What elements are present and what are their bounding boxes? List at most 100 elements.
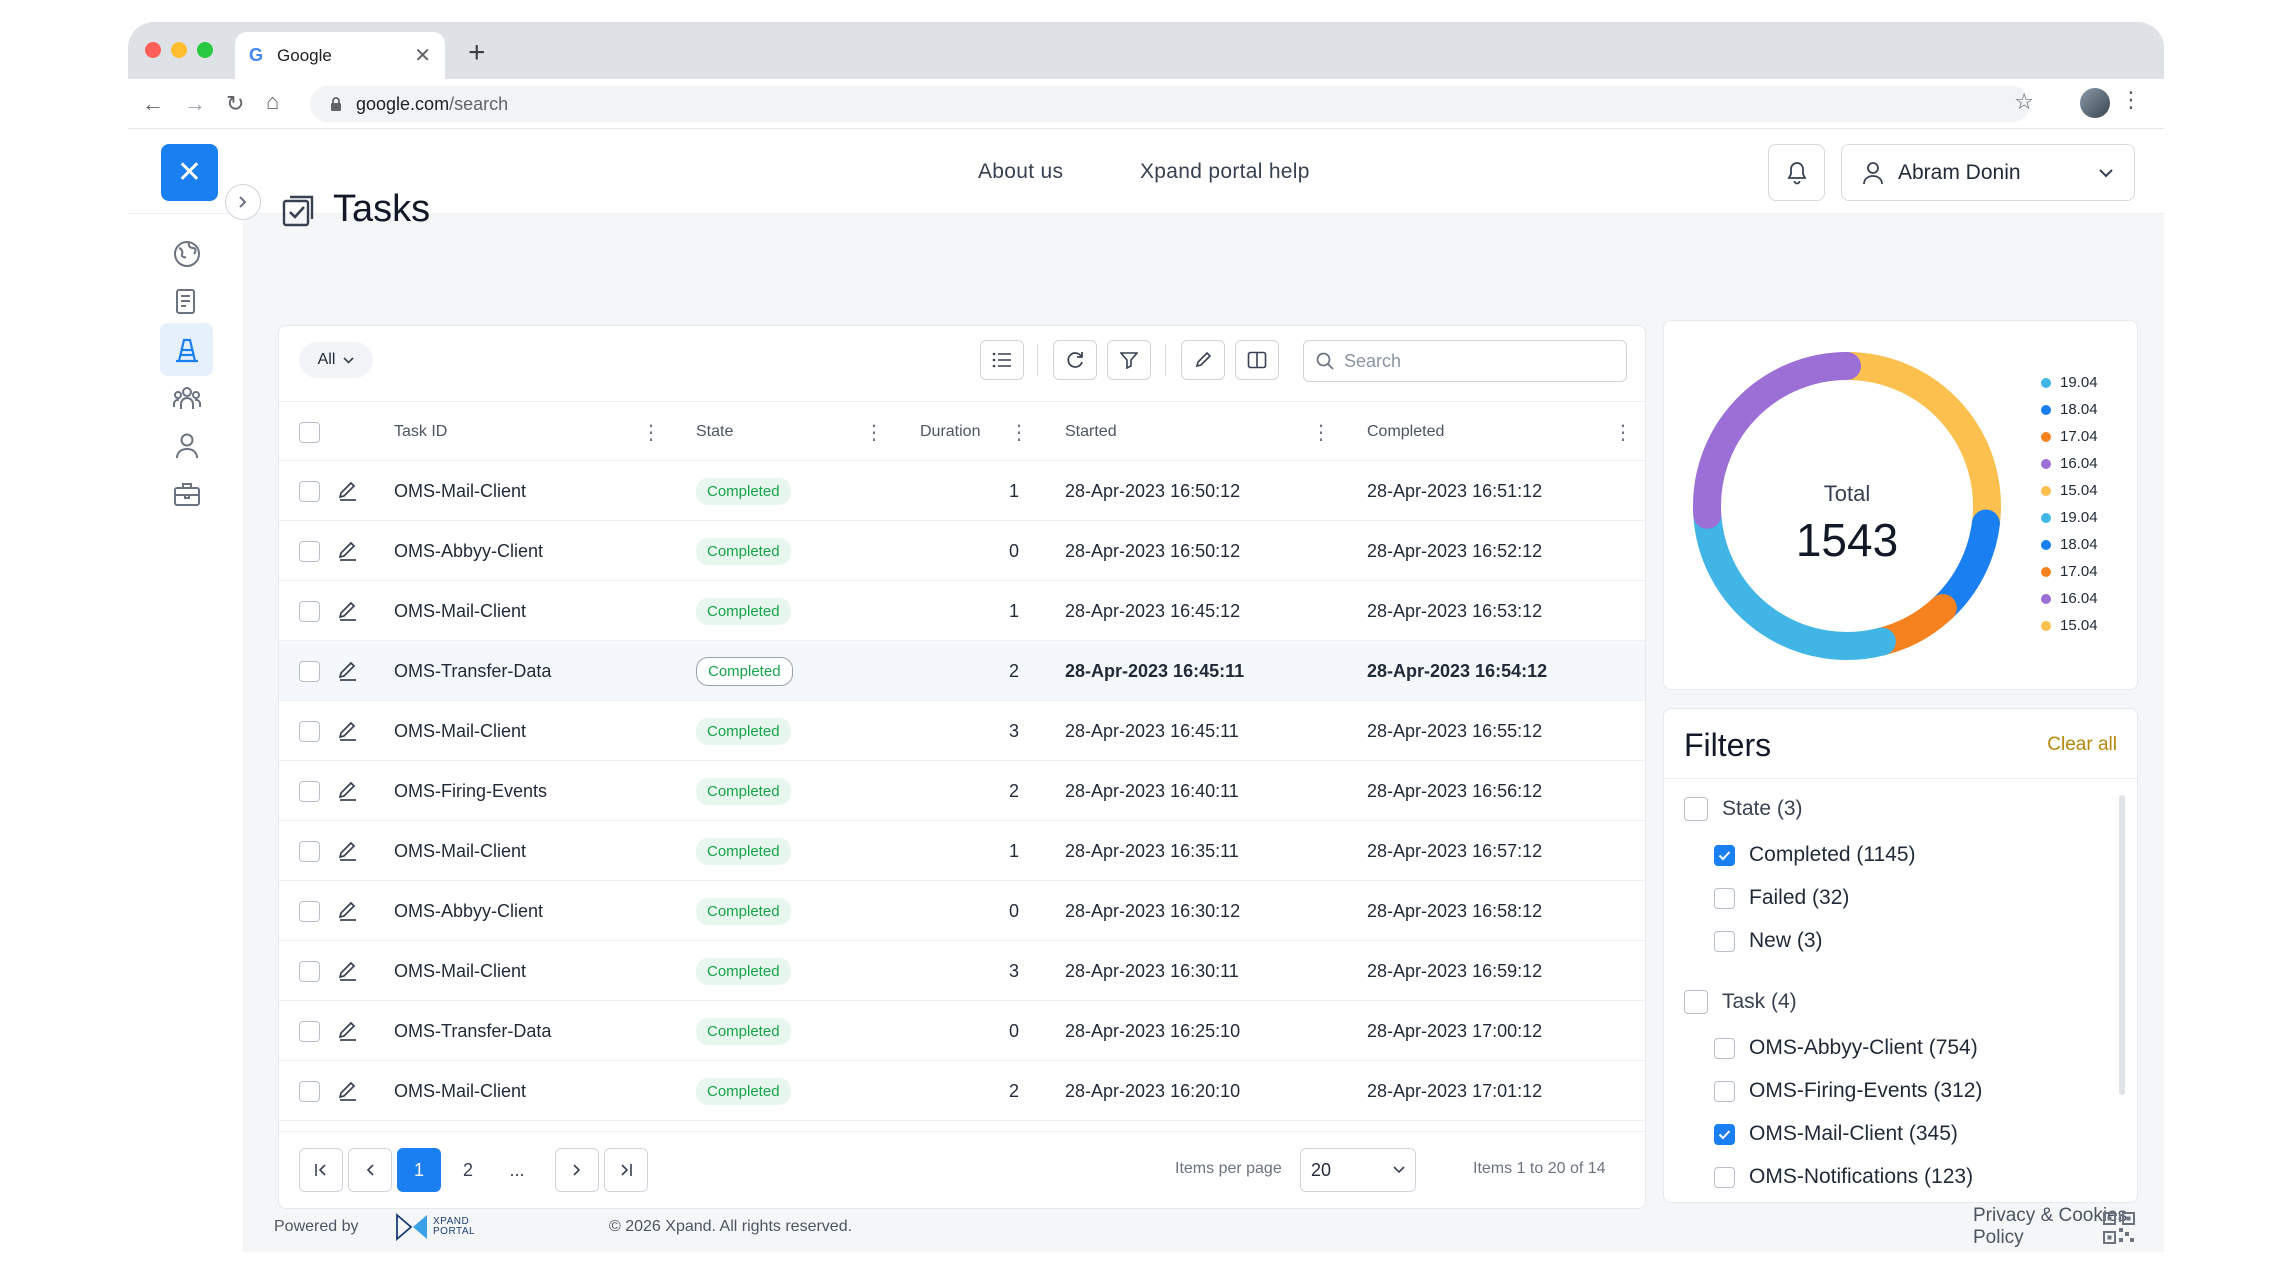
filter-option-checkbox[interactable] bbox=[1714, 1080, 1735, 1102]
filter-option-checkbox[interactable] bbox=[1714, 930, 1735, 952]
url-field[interactable]: google.com/search bbox=[310, 86, 2030, 122]
items-per-page-select[interactable]: 20 bbox=[1300, 1148, 1416, 1192]
filter-option[interactable]: OMS-Mail-Client (345) bbox=[1714, 1122, 1958, 1146]
row-checkbox[interactable] bbox=[299, 960, 320, 982]
reload-icon[interactable]: ↻ bbox=[226, 91, 244, 117]
filter-option-checkbox[interactable] bbox=[1714, 844, 1735, 866]
table-row[interactable]: OMS-Mail-Client Completed 3 28-Apr-2023 16:… bbox=[279, 701, 1645, 761]
column-menu-icon[interactable]: ⋮ bbox=[864, 420, 884, 445]
filter-option[interactable]: New (3) bbox=[1714, 929, 1823, 953]
user-menu[interactable]: Abram Donin bbox=[1841, 144, 2135, 201]
previous-page-button[interactable] bbox=[348, 1148, 392, 1192]
filter-option[interactable]: Failed (32) bbox=[1714, 886, 1849, 910]
filter-option-checkbox[interactable] bbox=[1714, 887, 1735, 909]
filters-scrollbar[interactable] bbox=[2119, 795, 2125, 1095]
browser-tab[interactable]: G Google ✕ bbox=[235, 32, 445, 79]
task-id-cell[interactable]: OMS-Mail-Client bbox=[394, 701, 526, 761]
task-id-cell[interactable]: OMS-Transfer-Data bbox=[394, 641, 551, 701]
filter-option-checkbox[interactable] bbox=[1714, 1166, 1735, 1188]
row-edit-button[interactable] bbox=[337, 521, 359, 581]
close-menu-button[interactable]: ✕ bbox=[161, 144, 218, 201]
new-tab-icon[interactable]: + bbox=[468, 36, 486, 70]
row-edit-button[interactable] bbox=[337, 941, 359, 1001]
filter-option[interactable]: OMS-Firing-Events (312) bbox=[1714, 1079, 1982, 1103]
row-edit-button[interactable] bbox=[337, 1001, 359, 1061]
column-header-started[interactable]: Started bbox=[1065, 423, 1117, 441]
filter-button[interactable] bbox=[1107, 340, 1151, 380]
sidebar-item-profile[interactable] bbox=[160, 419, 213, 472]
privacy-policy-link[interactable]: Privacy & Cookies Policy bbox=[1973, 1205, 2164, 1249]
about-us-link[interactable]: About us bbox=[978, 160, 1063, 184]
task-id-cell[interactable]: OMS-Mail-Client bbox=[394, 461, 526, 521]
forward-icon[interactable]: → bbox=[184, 91, 206, 117]
task-id-cell[interactable]: OMS-Mail-Client bbox=[394, 581, 526, 641]
page-button-2[interactable]: 2 bbox=[446, 1148, 490, 1192]
table-row[interactable]: OMS-Mail-Client Completed 1 28-Apr-2023 16:… bbox=[279, 821, 1645, 881]
task-id-cell[interactable]: OMS-Firing-Events bbox=[394, 761, 547, 821]
browser-profile-avatar[interactable] bbox=[2080, 88, 2110, 118]
row-edit-button[interactable] bbox=[337, 821, 359, 881]
sidebar-expand-button[interactable] bbox=[225, 184, 261, 220]
sidebar-item-briefcase[interactable] bbox=[160, 467, 213, 520]
close-window-dot[interactable] bbox=[145, 42, 161, 58]
first-page-button[interactable] bbox=[299, 1148, 343, 1192]
page-button-1[interactable]: 1 bbox=[397, 1148, 441, 1192]
row-checkbox[interactable] bbox=[299, 780, 320, 802]
row-edit-button[interactable] bbox=[337, 1061, 359, 1121]
refresh-button[interactable] bbox=[1053, 340, 1097, 380]
home-icon[interactable]: ⌂ bbox=[266, 89, 279, 115]
table-row[interactable]: OMS-Abbyy-Client Completed 0 28-Apr-2023 16… bbox=[279, 521, 1645, 581]
list-view-button[interactable] bbox=[980, 340, 1024, 380]
portal-help-link[interactable]: Xpand portal help bbox=[1140, 160, 1310, 184]
row-edit-button[interactable] bbox=[337, 761, 359, 821]
search-box[interactable] bbox=[1303, 340, 1627, 382]
sidebar-item-groups[interactable] bbox=[160, 371, 213, 424]
row-checkbox[interactable] bbox=[299, 720, 320, 742]
bookmark-star-icon[interactable]: ☆ bbox=[2014, 89, 2034, 115]
column-header-state[interactable]: State bbox=[696, 423, 733, 441]
row-checkbox[interactable] bbox=[299, 900, 320, 922]
filter-option-checkbox[interactable] bbox=[1714, 1123, 1735, 1145]
filter-all-dropdown[interactable]: All bbox=[299, 342, 373, 378]
back-icon[interactable]: ← bbox=[142, 91, 164, 117]
row-edit-button[interactable] bbox=[337, 881, 359, 941]
close-tab-icon[interactable]: ✕ bbox=[414, 43, 431, 68]
row-checkbox[interactable] bbox=[299, 660, 320, 682]
filter-group-checkbox[interactable] bbox=[1684, 990, 1708, 1014]
filter-option[interactable]: OMS-Abbyy-Client (754) bbox=[1714, 1036, 1978, 1060]
browser-menu-icon[interactable]: ⋮ bbox=[2120, 87, 2142, 113]
table-row[interactable]: OMS-Transfer-Data Completed 2 28-Apr-2023 1… bbox=[279, 641, 1645, 701]
qr-code-icon[interactable] bbox=[2103, 1212, 2135, 1244]
column-menu-icon[interactable]: ⋮ bbox=[1613, 420, 1633, 445]
row-checkbox[interactable] bbox=[299, 480, 320, 502]
clear-all-link[interactable]: Clear all bbox=[2047, 734, 2117, 756]
filter-group[interactable]: Task (4) bbox=[1684, 990, 1797, 1014]
row-edit-button[interactable] bbox=[337, 641, 359, 701]
table-row[interactable]: OMS-Firing-Events Completed 2 28-Apr-2023 1… bbox=[279, 761, 1645, 821]
select-all-checkbox[interactable] bbox=[299, 422, 320, 443]
task-id-cell[interactable]: OMS-Transfer-Data bbox=[394, 1001, 551, 1061]
column-menu-icon[interactable]: ⋮ bbox=[1311, 420, 1331, 445]
row-checkbox[interactable] bbox=[299, 1080, 320, 1102]
row-checkbox[interactable] bbox=[299, 540, 320, 562]
filter-group[interactable]: State (3) bbox=[1684, 797, 1803, 821]
next-page-button[interactable] bbox=[555, 1148, 599, 1192]
maximize-window-dot[interactable] bbox=[197, 42, 213, 58]
row-checkbox[interactable] bbox=[299, 600, 320, 622]
column-header-task-id[interactable]: Task ID bbox=[394, 423, 447, 441]
table-row[interactable]: OMS-Mail-Client Completed 3 28-Apr-2023 16:… bbox=[279, 941, 1645, 1001]
row-checkbox[interactable] bbox=[299, 1020, 320, 1042]
row-edit-button[interactable] bbox=[337, 461, 359, 521]
sidebar-item-documents[interactable] bbox=[160, 275, 213, 328]
columns-button[interactable] bbox=[1235, 340, 1279, 380]
filter-group-checkbox[interactable] bbox=[1684, 797, 1708, 821]
notifications-button[interactable] bbox=[1768, 144, 1825, 201]
sidebar-item-tasks[interactable] bbox=[160, 323, 213, 376]
task-id-cell[interactable]: OMS-Abbyy-Client bbox=[394, 881, 543, 941]
column-menu-icon[interactable]: ⋮ bbox=[1009, 420, 1029, 445]
table-row[interactable]: OMS-Mail-Client Completed 1 28-Apr-2023 16:… bbox=[279, 461, 1645, 521]
filter-option-checkbox[interactable] bbox=[1714, 1037, 1735, 1059]
table-row[interactable]: OMS-Mail-Client Completed 1 28-Apr-2023 16:… bbox=[279, 581, 1645, 641]
row-edit-button[interactable] bbox=[337, 581, 359, 641]
task-id-cell[interactable]: OMS-Abbyy-Client bbox=[394, 521, 543, 581]
